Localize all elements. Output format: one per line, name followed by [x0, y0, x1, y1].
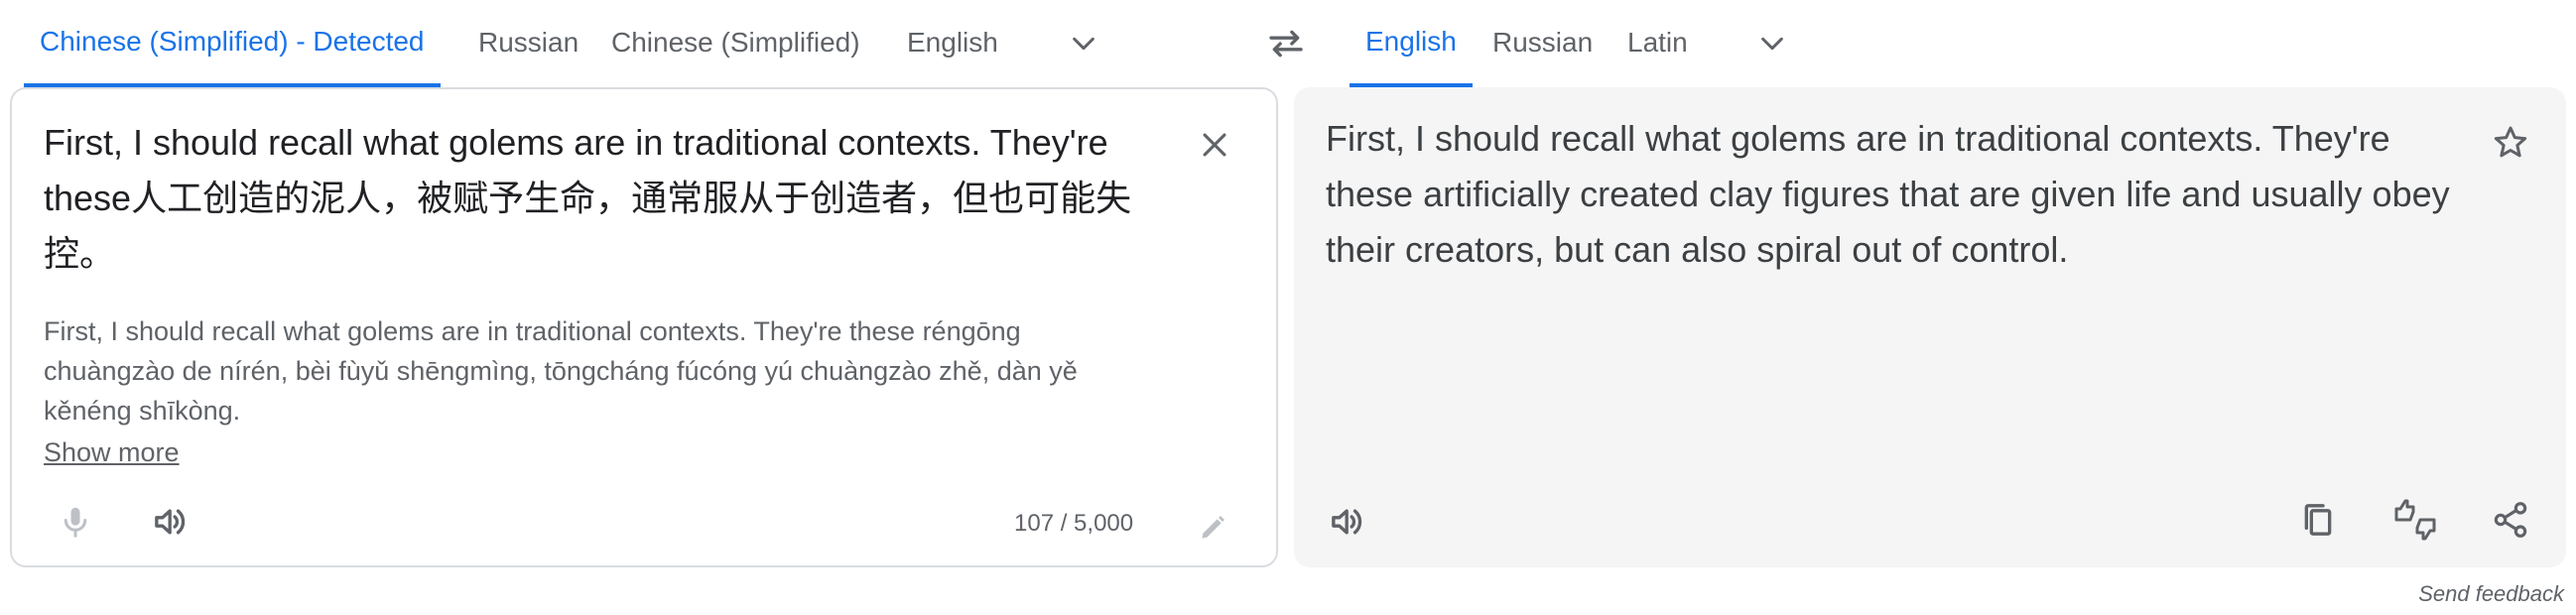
- swap-languages-button[interactable]: [1256, 14, 1316, 73]
- voice-input-button[interactable]: [46, 492, 105, 552]
- edit-button[interactable]: [1183, 498, 1242, 557]
- save-translation-button[interactable]: [2481, 113, 2540, 173]
- share-icon: [2491, 500, 2530, 540]
- listen-translation-button[interactable]: [1318, 492, 1377, 552]
- source-lang-tab-detected[interactable]: Chinese (Simplified) - Detected: [24, 0, 441, 87]
- mic-icon: [58, 504, 93, 540]
- chevron-down-icon: [1068, 28, 1099, 60]
- copy-translation-button[interactable]: [2288, 490, 2348, 550]
- source-panel: First, I should recall what golems are i…: [10, 87, 1278, 567]
- volume-icon: [151, 502, 191, 542]
- swap-icon: [1266, 24, 1306, 63]
- show-more-link[interactable]: Show more: [44, 432, 180, 472]
- source-lang-tab-russian[interactable]: Russian: [462, 0, 594, 85]
- target-lang-tab-latin[interactable]: Latin: [1611, 0, 1704, 85]
- source-lang-tab-chinese-simplified[interactable]: Chinese (Simplified): [595, 0, 876, 85]
- chevron-down-icon: [1756, 28, 1788, 60]
- translation-output: First, I should recall what golems are i…: [1326, 118, 2450, 270]
- listen-source-button[interactable]: [141, 492, 200, 552]
- source-lang-tab-english[interactable]: English: [891, 0, 1014, 85]
- character-count: 107 / 5,000: [1014, 510, 1134, 537]
- share-translation-button[interactable]: [2481, 490, 2540, 550]
- pencil-icon: [1197, 512, 1228, 544]
- source-text-input[interactable]: First, I should recall what golems are i…: [44, 115, 1185, 282]
- rate-translation-button[interactable]: [2385, 490, 2445, 550]
- target-more-languages-button[interactable]: [1746, 18, 1798, 69]
- close-icon: [1198, 128, 1231, 162]
- volume-icon: [1328, 502, 1367, 542]
- target-lang-tab-russian[interactable]: Russian: [1477, 0, 1609, 85]
- send-feedback-link[interactable]: Send feedback: [2418, 581, 2564, 607]
- star-icon: [2491, 123, 2530, 163]
- thumbs-icon: [2391, 496, 2439, 544]
- target-lang-tab-english[interactable]: English: [1350, 0, 1473, 87]
- copy-icon: [2298, 500, 2338, 540]
- target-panel: First, I should recall what golems are i…: [1294, 87, 2566, 567]
- language-bar: Chinese (Simplified) - Detected Russian …: [0, 0, 2576, 87]
- source-more-languages-button[interactable]: [1058, 18, 1109, 69]
- source-romanization: First, I should recall what golems are i…: [44, 316, 1078, 426]
- clear-source-button[interactable]: [1189, 119, 1240, 171]
